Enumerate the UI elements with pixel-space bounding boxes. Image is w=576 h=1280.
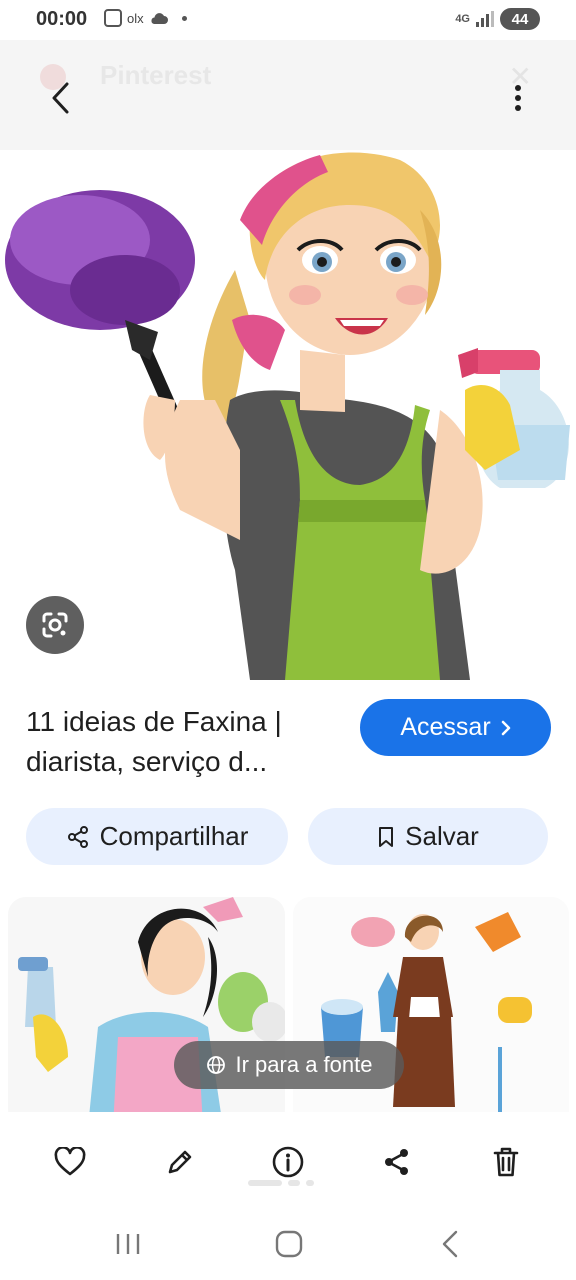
network-type: 4G [455, 13, 470, 25]
faded-site-title: Pinterest [100, 60, 212, 90]
related-illustration [293, 897, 569, 1127]
share-toolbar-button[interactable] [375, 1140, 419, 1184]
related-image[interactable] [293, 897, 569, 1127]
battery-icon: 44 [500, 8, 540, 30]
pencil-icon [168, 1150, 192, 1174]
share-icon [385, 1149, 408, 1175]
chevron-left-icon [52, 82, 69, 114]
go-to-source-button[interactable]: Ir para a fonte [174, 1041, 404, 1089]
chevron-right-icon [501, 720, 510, 735]
share-icon [67, 825, 88, 848]
result-title[interactable]: 11 ideias de Faxina | diarista, serviço … [26, 702, 346, 782]
favorite-button[interactable] [48, 1140, 92, 1184]
recents-button[interactable] [98, 1224, 158, 1264]
notification-icons: olx [104, 9, 187, 27]
system-navigation-bar [0, 1212, 576, 1280]
edit-button[interactable] [158, 1140, 202, 1184]
share-button[interactable]: Compartilhar [26, 808, 288, 865]
related-image[interactable] [8, 897, 285, 1127]
trash-icon [493, 1147, 519, 1177]
more-options-button[interactable] [500, 78, 536, 118]
screenshot-icon [104, 9, 122, 27]
back-icon [442, 1230, 458, 1258]
olx-icon: olx [127, 10, 144, 26]
delete-button[interactable] [484, 1140, 528, 1184]
visit-button-label: Acessar [400, 713, 491, 741]
status-time: 00:00 [36, 8, 88, 30]
cloud-icon [151, 13, 168, 24]
status-bar: 00:00 olx 4G 44 [0, 0, 576, 40]
home-button[interactable] [259, 1224, 319, 1264]
image-action-toolbar [0, 1112, 576, 1212]
save-button[interactable]: Salvar [308, 808, 548, 865]
heart-icon [54, 1147, 86, 1176]
system-back-button[interactable] [420, 1224, 480, 1264]
system-icons: 4G 44 [455, 8, 540, 30]
visit-button[interactable]: Acessar [360, 699, 551, 756]
cleaning-lady-illustration [5, 152, 570, 680]
google-lens-button[interactable] [26, 596, 84, 654]
save-label: Salvar [405, 821, 479, 851]
google-lens-icon [42, 612, 68, 638]
top-app-bar: Pinterest ✕ [0, 40, 576, 150]
bookmark-icon [379, 826, 394, 847]
go-to-source-label: Ir para a fonte [235, 1052, 373, 1077]
info-icon [272, 1146, 304, 1178]
share-label: Compartilhar [99, 821, 249, 851]
more-vert-icon [515, 85, 521, 111]
notification-dot-icon [181, 15, 187, 21]
related-illustration [8, 897, 285, 1127]
result-image[interactable] [0, 150, 576, 680]
home-icon [275, 1230, 303, 1258]
signal-icon [476, 11, 494, 27]
info-button[interactable] [266, 1140, 310, 1184]
back-button[interactable] [40, 78, 80, 118]
battery-level: 44 [511, 10, 529, 28]
page-indicator [248, 1180, 328, 1186]
globe-icon [206, 1056, 225, 1074]
recents-icon [116, 1234, 140, 1254]
